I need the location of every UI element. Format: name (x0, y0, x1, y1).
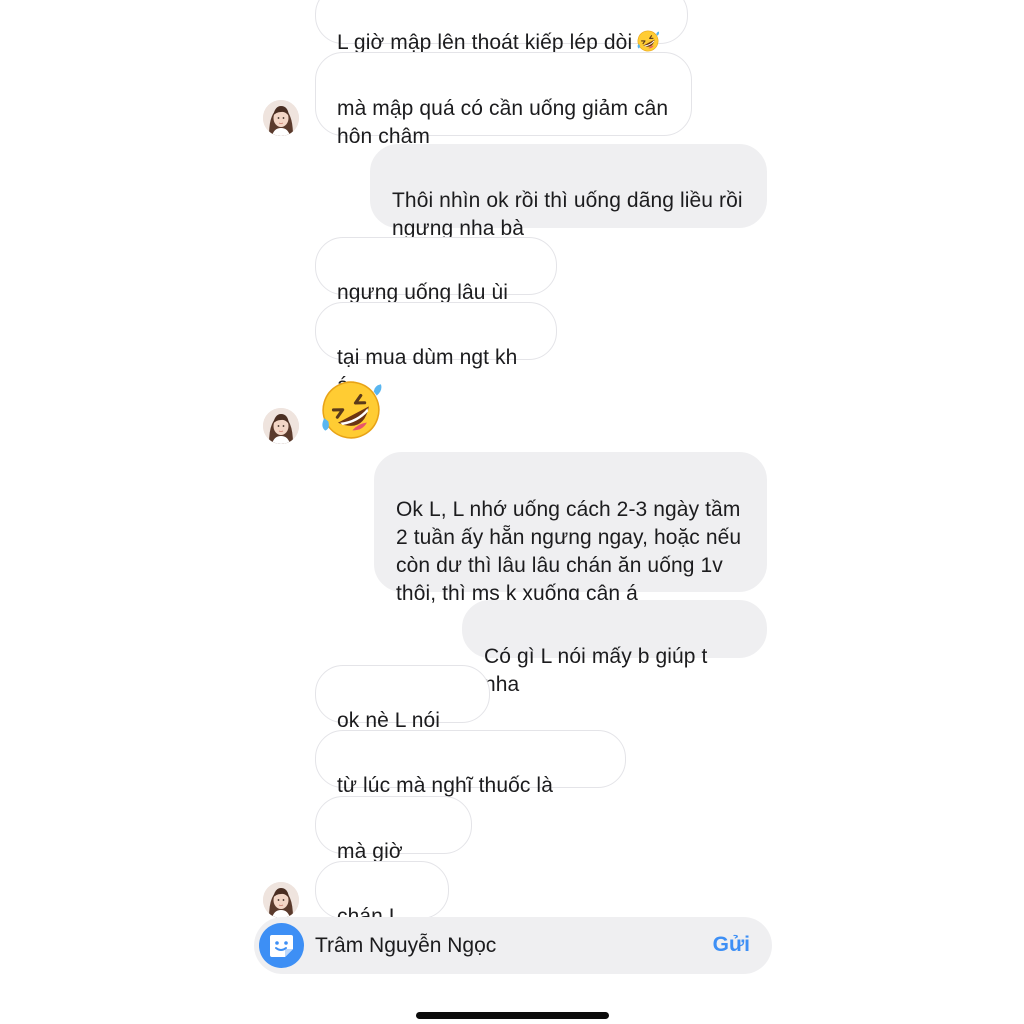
message-bubble-outgoing[interactable]: Có gì L nói mấy b giúp t nha (462, 600, 767, 696)
contact-avatar[interactable] (263, 882, 299, 918)
message-text: mà mập quá có cần uống giảm cân hôn châm (337, 97, 669, 148)
message-bubble-incoming[interactable]: mà giờ 51kg (315, 796, 472, 891)
contact-avatar[interactable] (263, 100, 299, 136)
home-indicator[interactable] (416, 1012, 609, 1019)
message-bubble-incoming[interactable]: L giờ mập lên thoát kiếp lép dòi (315, 0, 688, 54)
message-composer: Trâm Nguyễn Ngọc Gửi (254, 917, 772, 974)
avatar-photo-icon (263, 408, 299, 444)
message-thread: L giờ mập lên thoát kiếp lép dòi mà mập … (0, 0, 1024, 1024)
message-text: Có gì L nói mấy b giúp t nha (484, 645, 708, 696)
contact-avatar[interactable] (263, 408, 299, 444)
message-bubble-incoming[interactable]: từ lúc mà nghĩ thuốc là 47kg (315, 730, 626, 825)
sticker-button[interactable] (259, 923, 304, 968)
rofl-emoji-message-icon[interactable] (318, 377, 384, 443)
message-text: Thôi nhìn ok rồi thì uống dãng liều rồi … (392, 189, 743, 240)
message-text: Ok L, L nhớ uống cách 2-3 ngày tầm 2 tuầ… (396, 498, 742, 605)
avatar-photo-icon (263, 882, 299, 918)
message-bubble-incoming[interactable]: tại mua dùm ngt kh á (315, 302, 557, 397)
message-bubble-incoming[interactable]: mà mập quá có cần uống giảm cân hôn châm (315, 52, 692, 148)
message-bubble-outgoing[interactable]: Thôi nhìn ok rồi thì uống dãng liều rồi … (370, 144, 767, 240)
sticker-icon (270, 935, 293, 957)
message-bubble-outgoing[interactable]: Ok L, L nhớ uống cách 2-3 ngày tầm 2 tuầ… (374, 452, 767, 605)
message-bubble-incoming[interactable]: chán L ch (315, 861, 449, 956)
message-bubble-incoming[interactable]: ngưng uống lâu ùi bà (315, 237, 557, 332)
message-text: L giờ mập lên thoát kiếp lép dòi (337, 31, 633, 54)
message-bubble-incoming[interactable]: ok nè L nói rồi (315, 665, 490, 760)
avatar-photo-icon (263, 100, 299, 136)
send-button[interactable]: Gửi (713, 931, 750, 959)
message-input[interactable]: Trâm Nguyễn Ngọc (315, 932, 685, 960)
rofl-emoji-icon (636, 29, 660, 53)
